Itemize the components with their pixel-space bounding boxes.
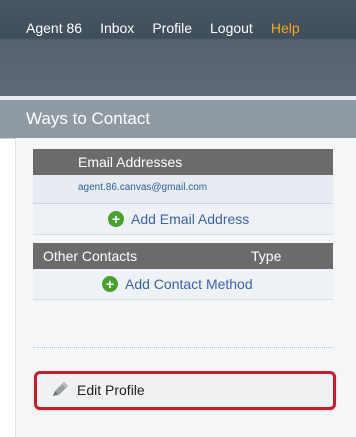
- nav-help[interactable]: Help: [271, 20, 300, 36]
- edit-profile-button[interactable]: Edit Profile: [34, 371, 336, 410]
- add-email-address-button[interactable]: + Add Email Address: [33, 204, 333, 235]
- nav-agent-86[interactable]: Agent 86: [26, 20, 82, 36]
- plus-circle-icon: +: [108, 211, 124, 227]
- email-address-value[interactable]: agent.86.canvas@gmail.com: [78, 182, 207, 193]
- add-contact-method-button[interactable]: + Add Contact Method: [33, 269, 333, 300]
- other-contacts-header: Other Contacts Type: [33, 243, 333, 269]
- email-address-row[interactable]: agent.86.canvas@gmail.com: [33, 175, 333, 204]
- add-email-address-label: Add Email Address: [131, 211, 250, 227]
- top-navigation-links: Agent 86 Inbox Profile Logout Help: [26, 20, 318, 36]
- add-contact-method-label: Add Contact Method: [125, 276, 253, 292]
- top-navigation-bar: Agent 86 Inbox Profile Logout Help: [0, 0, 356, 96]
- edit-profile-label: Edit Profile: [77, 382, 145, 398]
- divider: [33, 347, 333, 348]
- nav-profile[interactable]: Profile: [152, 20, 192, 36]
- other-contacts-header-label: Other Contacts: [43, 248, 138, 264]
- nav-inbox[interactable]: Inbox: [100, 20, 134, 36]
- pencil-icon: [50, 381, 70, 399]
- plus-circle-icon: +: [102, 276, 118, 292]
- email-addresses-header: Email Addresses: [33, 149, 333, 175]
- section-title: Ways to Contact: [26, 109, 151, 128]
- email-addresses-header-label: Email Addresses: [78, 154, 183, 170]
- type-header-label: Type: [251, 248, 282, 264]
- section-header: Ways to Contact: [0, 100, 356, 139]
- page: Agent 86 Inbox Profile Logout Help Ways …: [0, 0, 356, 437]
- nav-logout[interactable]: Logout: [210, 20, 253, 36]
